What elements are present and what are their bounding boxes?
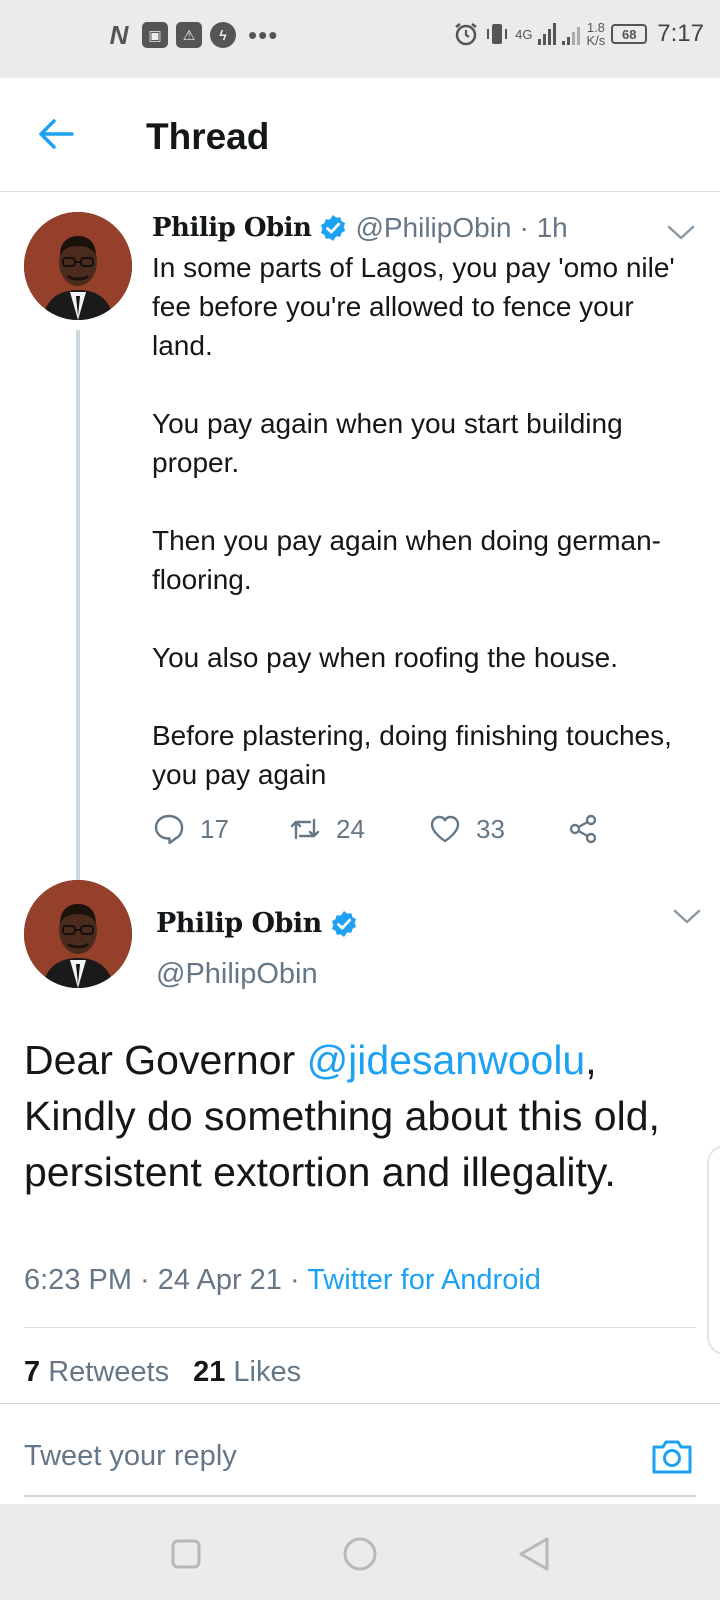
back-button[interactable]	[30, 108, 82, 160]
home-button[interactable]	[340, 1534, 380, 1574]
alert-icon: ⚠	[176, 22, 202, 48]
status-bar: N ▣ ⚠ ϟ ••• 4G 1.8 K/s 68 7:17	[0, 0, 720, 78]
display-name[interactable]: Philip Obin	[156, 908, 322, 939]
tweet-time: · 1h	[519, 212, 568, 243]
tweet-paragraph: Before plastering, doing finishing touch…	[152, 720, 672, 790]
tweet-actions: 17 24 33	[152, 812, 632, 856]
more-notifications-icon: •••	[248, 20, 279, 50]
network-type: 4G	[515, 26, 533, 42]
messenger-icon: ϟ	[210, 22, 236, 48]
back-triangle-icon	[519, 1537, 549, 1571]
heart-icon	[430, 815, 460, 843]
recents-button[interactable]	[166, 1534, 206, 1574]
likes-stat[interactable]: 21 Likes	[193, 1356, 301, 1388]
clock: 7:17	[657, 20, 704, 47]
avatar-image	[24, 880, 132, 988]
main-tweet-name-row: Philip Obin	[156, 908, 358, 939]
handle[interactable]: @PhilipObin	[355, 212, 511, 244]
like-count: 33	[476, 813, 505, 844]
tweet-paragraph: You also pay when roofing the house.	[152, 642, 618, 673]
share-button[interactable]	[566, 812, 600, 846]
main-tweet-text: Dear Governor @jidesanwoolu, Kindly do s…	[24, 1037, 660, 1195]
thread-connector-line	[76, 330, 80, 890]
mention-link[interactable]: @jidesanwoolu	[307, 1037, 586, 1083]
retweet-button[interactable]: 24	[288, 812, 365, 846]
reply-underline	[24, 1495, 696, 1497]
avatar[interactable]	[24, 212, 132, 320]
network-speed: 1.8 K/s	[586, 20, 606, 48]
edge-panel-handle[interactable]	[707, 1145, 720, 1355]
retweet-count: 24	[336, 813, 365, 844]
share-icon	[569, 814, 597, 844]
retweets-stat[interactable]: 7 Retweets	[24, 1356, 169, 1388]
parent-tweet-text: In some parts of Lagos, you pay 'omo nil…	[152, 248, 692, 794]
avatar-image	[24, 212, 132, 320]
alarm-icon	[455, 23, 477, 46]
tweet-paragraph: In some parts of Lagos, you pay 'omo nil…	[152, 252, 675, 361]
signal-icon-2	[562, 23, 581, 45]
camera-icon[interactable]	[650, 1434, 694, 1478]
netflix-icon: N	[109, 19, 129, 50]
reply-icon	[154, 814, 184, 845]
display-name[interactable]: Philip Obin	[152, 213, 312, 243]
parent-tweet-header: Philip Obin @PhilipObin · 1h	[152, 212, 568, 244]
back-nav-button[interactable]	[514, 1534, 554, 1574]
notification-icons: N ▣ ⚠ ϟ •••	[104, 19, 279, 50]
tweet-source-link[interactable]: Twitter for Android	[307, 1264, 541, 1296]
like-button[interactable]: 33	[428, 812, 505, 846]
system-indicators: 4G 1.8 K/s 68 7:17	[453, 20, 704, 48]
page-title: Thread	[146, 116, 270, 157]
recents-icon	[171, 1539, 201, 1569]
system-nav-bar	[0, 1504, 720, 1600]
divider	[24, 1327, 696, 1328]
chevron-down-icon[interactable]	[672, 906, 702, 926]
engagement-stats: 7 Retweets 21 Likes	[24, 1356, 301, 1389]
reply-input[interactable]: Tweet your reply	[24, 1440, 237, 1473]
verified-badge-icon	[331, 910, 356, 937]
handle[interactable]: @PhilipObin	[156, 958, 318, 991]
reply-count: 17	[200, 813, 229, 844]
reply-button[interactable]: 17	[152, 812, 229, 846]
reply-composer: Tweet your reply	[0, 1403, 720, 1503]
battery-icon: 68	[611, 24, 648, 44]
home-icon	[343, 1537, 377, 1571]
tweet-paragraph: You pay again when you start building pr…	[152, 408, 623, 478]
tweet-paragraph: Then you pay again when doing german-flo…	[152, 525, 662, 595]
chevron-down-icon[interactable]	[666, 222, 696, 242]
retweet-icon	[290, 818, 320, 840]
signal-icon	[538, 23, 557, 45]
game-icon: ▣	[142, 22, 168, 48]
tweet-timestamp: 6:23 PM · 24 Apr 21 · Twitter for Androi…	[24, 1264, 541, 1296]
back-arrow-icon	[39, 119, 74, 149]
verified-badge-icon	[321, 215, 346, 241]
top-app-bar: Thread	[0, 78, 720, 192]
avatar[interactable]	[24, 880, 132, 988]
vibrate-icon	[487, 24, 508, 44]
